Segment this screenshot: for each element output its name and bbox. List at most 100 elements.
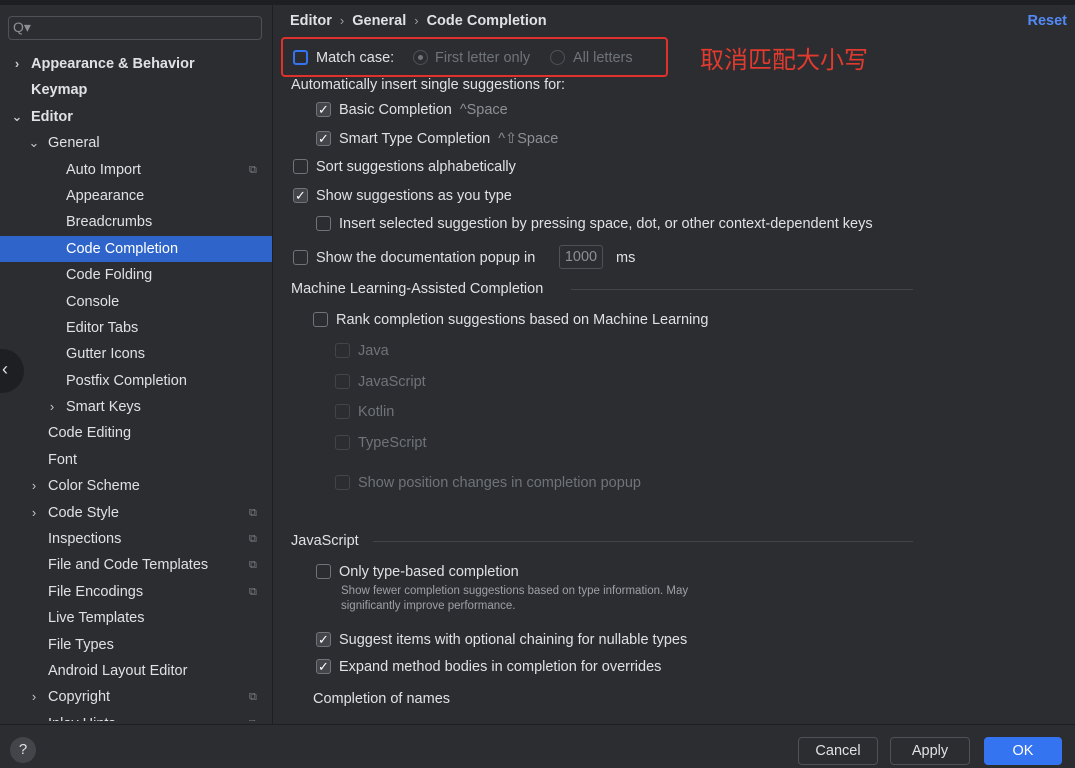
- settings-search-input[interactable]: Q▾: [8, 16, 262, 40]
- ok-button[interactable]: OK: [984, 737, 1062, 765]
- sidebar-item-label: Inlay Hints: [48, 711, 116, 721]
- sidebar-item-label: Appearance & Behavior: [31, 56, 195, 72]
- ml-javascript-checkbox: [335, 374, 350, 389]
- show-as-type-checkbox[interactable]: [293, 186, 308, 206]
- dialog-footer: ? Cancel Apply OK: [0, 724, 1075, 768]
- sidebar-item[interactable]: Inspections ⧉: [0, 526, 272, 552]
- sidebar-item[interactable]: › Copyright ⧉: [0, 684, 272, 710]
- sidebar-item[interactable]: › Code Style ⧉: [0, 500, 272, 526]
- sidebar-item[interactable]: Console: [0, 289, 272, 315]
- sidebar-item[interactable]: Code Folding: [0, 262, 272, 288]
- project-config-icon: ⧉: [249, 533, 257, 546]
- chevron-right-icon[interactable]: ›: [28, 684, 40, 710]
- sidebar-item-label: Code Folding: [66, 267, 153, 284]
- type-based-description: Show fewer completion suggestions based …: [341, 584, 688, 614]
- match-case-checkbox[interactable]: [293, 50, 308, 65]
- doc-popup-unit: ms: [616, 250, 636, 266]
- ml-java-label: Java: [358, 343, 389, 359]
- basic-completion-checkbox[interactable]: [316, 100, 331, 120]
- sidebar-item[interactable]: ⌄ General: [0, 130, 272, 156]
- sidebar-item[interactable]: Keymap: [0, 77, 272, 103]
- sidebar-item[interactable]: Code Completion: [0, 235, 272, 263]
- sidebar-item[interactable]: › Inlay Hints ⧉: [0, 711, 272, 721]
- search-icon: Q▾: [13, 19, 31, 35]
- chevron-right-icon[interactable]: ›: [11, 51, 23, 77]
- sidebar-item[interactable]: Code Editing: [0, 420, 272, 446]
- expand-bodies-checkbox[interactable]: [316, 657, 331, 677]
- ml-position-changes-checkbox: [335, 475, 350, 490]
- chevron-down-icon[interactable]: ⌄: [11, 104, 23, 130]
- breadcrumb-general[interactable]: General: [352, 13, 406, 29]
- doc-popup-checkbox[interactable]: [293, 250, 308, 265]
- optional-chaining-checkbox[interactable]: [316, 630, 331, 650]
- expand-bodies-label: Expand method bodies in completion for o…: [339, 659, 662, 675]
- sidebar-item[interactable]: ⌄ Editor: [0, 104, 272, 130]
- sidebar-item-label: Gutter Icons: [66, 346, 145, 363]
- match-case-row: Match case: First letter only All letter…: [293, 48, 673, 68]
- sidebar-item[interactable]: Breadcrumbs: [0, 209, 272, 235]
- project-config-icon: ⧉: [249, 585, 257, 598]
- sidebar-item[interactable]: File Encodings ⧉: [0, 579, 272, 605]
- ml-kotlin-label: Kotlin: [358, 404, 395, 420]
- breadcrumb-editor[interactable]: Editor: [290, 13, 332, 29]
- insert-by-space-checkbox[interactable]: [316, 216, 331, 231]
- chevron-right-icon[interactable]: ›: [28, 473, 40, 499]
- sort-alpha-checkbox[interactable]: [293, 159, 308, 174]
- ml-rank-checkbox[interactable]: [313, 312, 328, 327]
- show-as-type-label: Show suggestions as you type: [316, 188, 512, 204]
- sidebar-item-label: Keymap: [31, 82, 88, 99]
- ml-typescript-label: TypeScript: [358, 435, 427, 451]
- help-button[interactable]: ?: [10, 737, 36, 763]
- sidebar-item[interactable]: Font: [0, 447, 272, 473]
- chevron-left-icon: ‹: [2, 359, 8, 379]
- reset-link[interactable]: Reset: [1028, 13, 1068, 29]
- doc-popup-label: Show the documentation popup in: [316, 250, 536, 266]
- type-based-checkbox[interactable]: [316, 564, 331, 579]
- type-based-label: Only type-based completion: [339, 564, 519, 580]
- sidebar-item-label: Copyright: [48, 689, 111, 706]
- settings-sidebar: Q▾ › Appearance & Behavior Keymap ⌄ Editor ⌄ G…: [0, 5, 273, 724]
- sidebar-item-label: Postfix Completion: [66, 372, 187, 389]
- sidebar-item[interactable]: Android Layout Editor: [0, 658, 272, 684]
- ml-kotlin-checkbox: [335, 404, 350, 419]
- doc-popup-row: Show the documentation popup in 1000 ms: [293, 245, 653, 269]
- sidebar-item-label: Code Style: [48, 504, 119, 521]
- sidebar-item-label: Color Scheme: [48, 478, 140, 495]
- sidebar-item-label: Console: [66, 293, 120, 310]
- doc-popup-delay-input[interactable]: 1000: [559, 245, 603, 269]
- sidebar-item[interactable]: Editor Tabs: [0, 315, 272, 341]
- sort-alpha-label: Sort suggestions alphabetically: [316, 159, 516, 175]
- javascript-section-title: JavaScript: [291, 533, 359, 549]
- settings-tree: › Appearance & Behavior Keymap ⌄ Editor ⌄ Gene…: [0, 51, 272, 721]
- chevron-right-icon[interactable]: ›: [28, 711, 40, 721]
- sidebar-item-label: File and Code Templates: [48, 557, 209, 574]
- ml-typescript-checkbox: [335, 435, 350, 450]
- ml-section-title: Machine Learning-Assisted Completion: [291, 281, 544, 297]
- ml-javascript-label: JavaScript: [358, 374, 426, 390]
- sidebar-item[interactable]: File Types: [0, 632, 272, 658]
- project-config-icon: ⧉: [249, 711, 257, 721]
- sidebar-item[interactable]: Gutter Icons: [0, 341, 272, 367]
- chevron-right-icon[interactable]: ›: [28, 500, 40, 526]
- sidebar-item[interactable]: Live Templates: [0, 605, 272, 631]
- cancel-button[interactable]: Cancel: [798, 737, 878, 765]
- sidebar-item[interactable]: Postfix Completion: [0, 368, 272, 394]
- all-letters-radio[interactable]: [550, 50, 565, 65]
- sidebar-item[interactable]: › Smart Keys: [0, 394, 272, 420]
- project-config-icon: ⧉: [249, 691, 257, 704]
- sidebar-item[interactable]: Appearance: [0, 183, 272, 209]
- sidebar-item-label: File Types: [48, 636, 114, 653]
- sidebar-item[interactable]: › Color Scheme: [0, 473, 272, 499]
- annotation-text: 取消匹配大小写: [700, 46, 868, 74]
- smart-completion-checkbox[interactable]: [316, 129, 331, 149]
- sidebar-item[interactable]: Auto Import ⧉: [0, 157, 272, 183]
- sidebar-item-label: Editor: [31, 108, 73, 125]
- chevron-right-icon[interactable]: ›: [46, 394, 58, 420]
- first-letter-only-radio[interactable]: [413, 50, 428, 65]
- chevron-down-icon[interactable]: ⌄: [28, 130, 40, 156]
- type-based-description-line: Show fewer completion suggestions based …: [341, 585, 689, 597]
- javascript-section: JavaScript: [291, 531, 913, 551]
- sidebar-item[interactable]: › Appearance & Behavior: [0, 51, 272, 77]
- apply-button[interactable]: Apply: [890, 737, 970, 765]
- sidebar-item[interactable]: File and Code Templates ⧉: [0, 552, 272, 578]
